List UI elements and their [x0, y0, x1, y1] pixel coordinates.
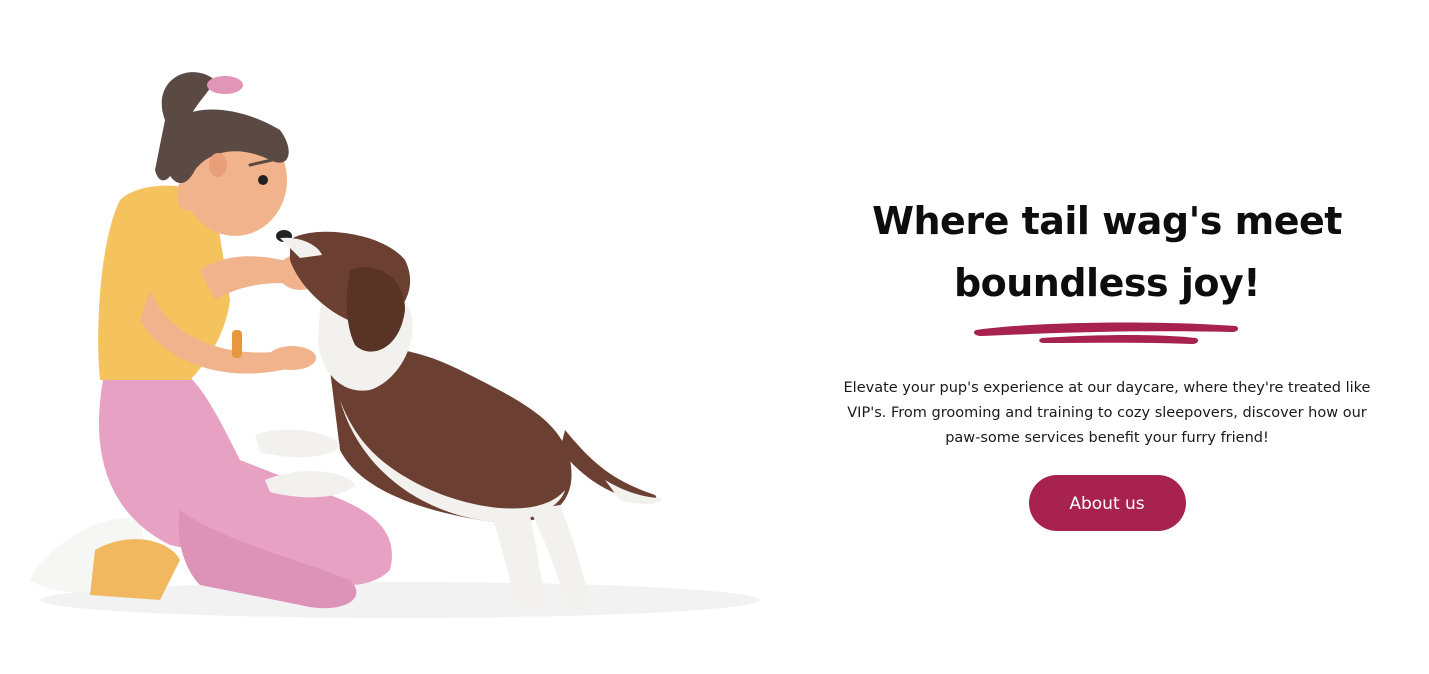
woman-petting-dog-illustration [30, 72, 760, 618]
hero-description: Elevate your pup's experience at our day… [843, 380, 1371, 446]
headline-line-2: boundless joy! [953, 261, 1261, 305]
hero-headline: Where tail wag's meet boundless joy! [818, 190, 1396, 314]
hero-section: Where tail wag's meet boundless joy! Ele… [0, 0, 1429, 674]
brush-stroke-underline [974, 322, 1239, 344]
about-us-button[interactable]: About us [1028, 475, 1186, 531]
headline-line-1: Where tail wag's meet [872, 199, 1342, 243]
hero-content: Where tail wag's meet boundless joy! Ele… [818, 190, 1396, 531]
